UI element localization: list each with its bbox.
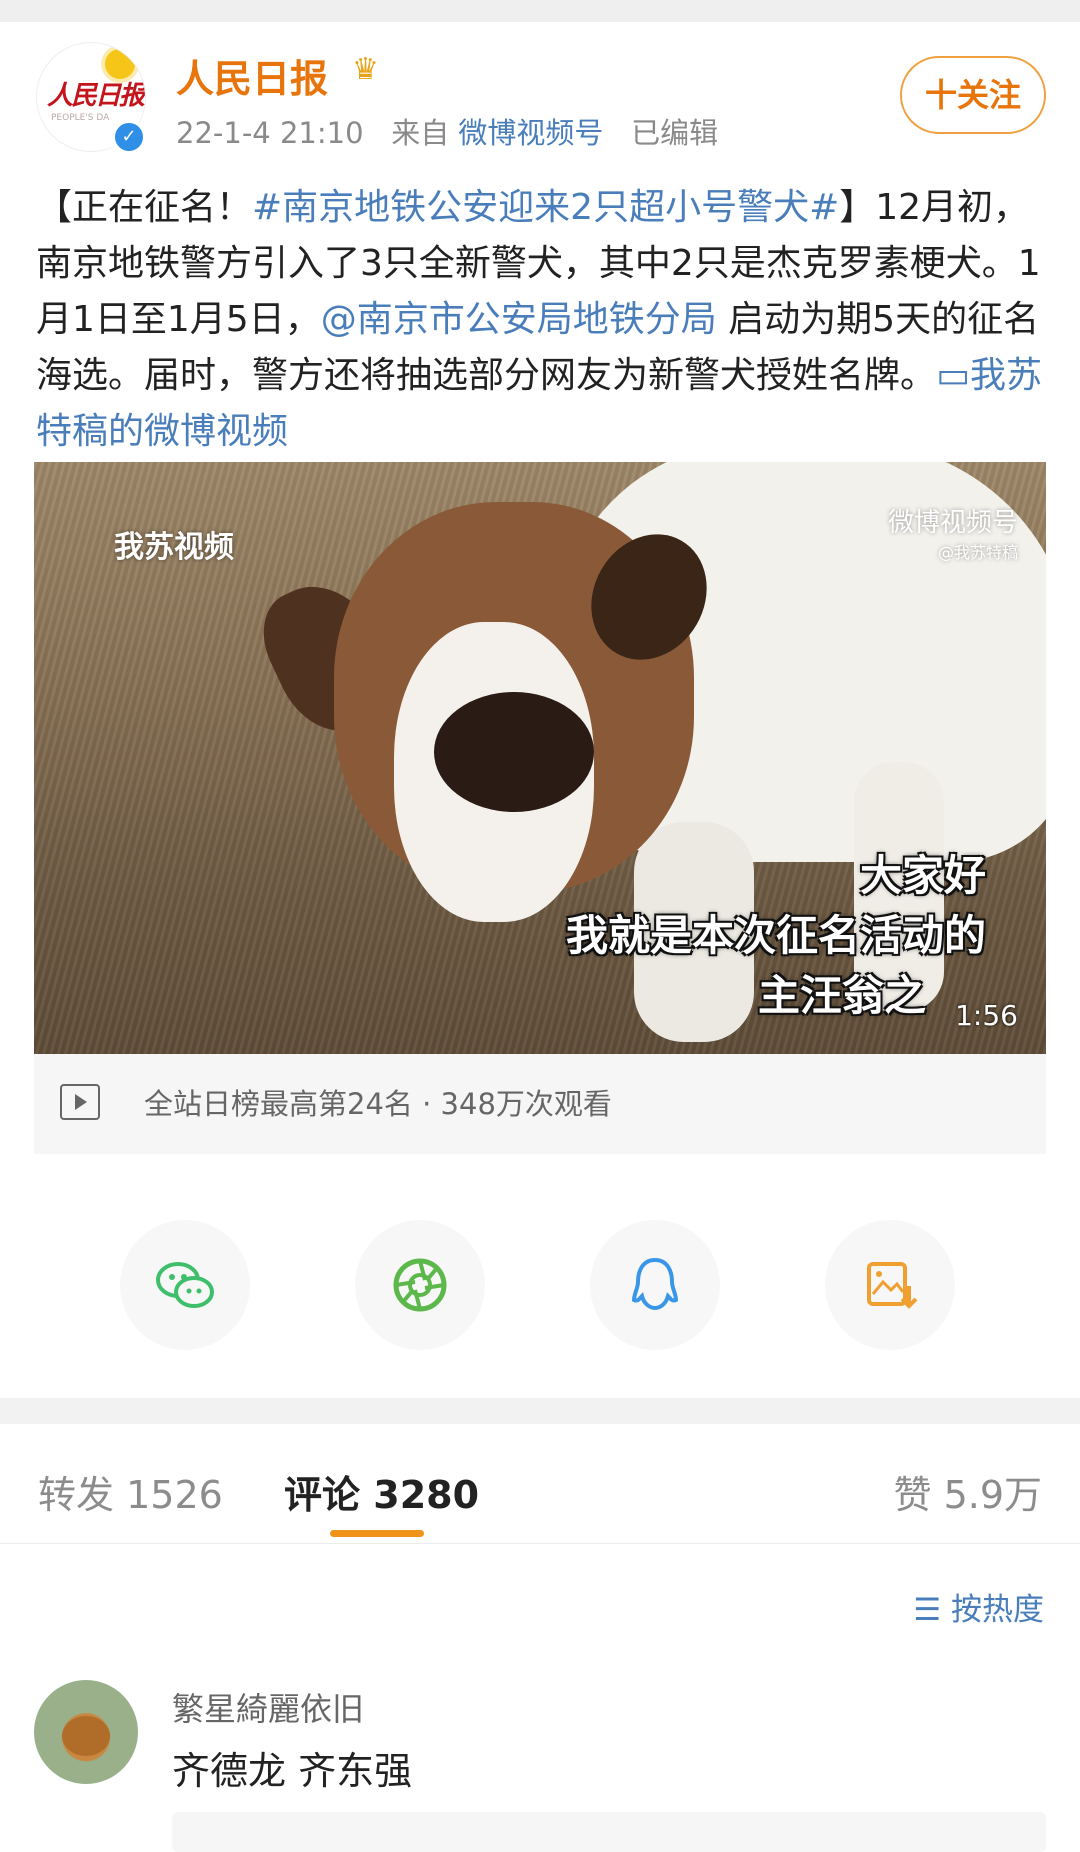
mention-link[interactable]: @南京市公安局地铁分局 bbox=[321, 299, 717, 340]
save-image-icon bbox=[867, 1262, 918, 1309]
moments-icon bbox=[393, 1258, 447, 1312]
hashtag-link[interactable]: #南京地铁公安迎来2只超小号警犬# bbox=[252, 187, 839, 228]
share-wechat-button[interactable] bbox=[120, 1220, 250, 1350]
text-prefix: 【正在征名！ bbox=[36, 187, 253, 228]
post-time: 22-1-4 21:10 bbox=[176, 116, 364, 150]
tab-repost-label: 转发 bbox=[38, 1473, 115, 1517]
weibo-video-watermark: 微博视频号 bbox=[887, 508, 1018, 538]
video-subtitle: 主汪翁之 bbox=[757, 971, 926, 1020]
tab-likes-label: 赞 bbox=[893, 1473, 932, 1517]
sort-button[interactable]: ☰ 按热度 bbox=[913, 1584, 1044, 1629]
share-moments-button[interactable] bbox=[355, 1220, 485, 1350]
video-player[interactable]: 我苏视频 微博视频号 @我苏特稿 大家好 我就是本次征名活动的 主汪翁之 1:5… bbox=[34, 462, 1046, 1054]
post-source[interactable]: 微博视频号 bbox=[458, 116, 603, 150]
post-content: 【正在征名！#南京地铁公安迎来2只超小号警犬#】12月初，南京地铁警方引入了3只… bbox=[36, 180, 1046, 460]
sort-icon: ☰ bbox=[913, 1592, 942, 1628]
video-link-icon: ▭ bbox=[936, 355, 971, 396]
video-stats-text: 全站日榜最高第24名 · 348万次观看 bbox=[144, 1087, 612, 1121]
video-subtitle: 大家好 bbox=[859, 851, 986, 900]
tab-likes-count: 5.9万 bbox=[943, 1473, 1042, 1517]
avatar[interactable] bbox=[34, 1680, 138, 1784]
video-play-icon bbox=[60, 1084, 100, 1120]
comment-text: 齐德龙 齐东强 bbox=[172, 1749, 413, 1793]
video-subtitle: 我就是本次征名活动的 bbox=[565, 911, 986, 960]
tab-comments-label: 评论 bbox=[284, 1473, 361, 1517]
share-row bbox=[0, 1220, 1080, 1350]
follow-button[interactable]: 十关注 bbox=[900, 56, 1046, 134]
comment-username[interactable]: 繁星綺麗依旧 bbox=[172, 1684, 364, 1730]
video-watermark-right: 微博视频号 @我苏特稿 bbox=[888, 502, 1018, 563]
video-stats-bar[interactable]: 全站日榜最高第24名 · 348万次观看 bbox=[34, 1054, 1046, 1154]
from-label: 来自 bbox=[391, 116, 450, 150]
video-duration: 1:56 bbox=[955, 999, 1018, 1032]
watermark-handle: @我苏特稿 bbox=[937, 543, 1018, 562]
verified-badge-icon: ✓ bbox=[112, 120, 146, 154]
wechat-icon bbox=[156, 1262, 214, 1308]
section-divider bbox=[0, 1398, 1080, 1424]
active-tab-indicator bbox=[330, 1530, 424, 1537]
video-watermark-left: 我苏视频 bbox=[114, 530, 234, 565]
interaction-tabs: 转发 1526 评论 3280 赞 5.9万 bbox=[0, 1424, 1080, 1544]
comment-replies-box[interactable] bbox=[172, 1812, 1046, 1852]
tab-comments-count: 3280 bbox=[373, 1473, 480, 1517]
avatar-logo-sub: PEOPLE'S DA bbox=[51, 113, 110, 123]
dog-eye-patch bbox=[434, 692, 594, 812]
save-image-button[interactable] bbox=[825, 1220, 955, 1350]
share-qq-button[interactable] bbox=[590, 1220, 720, 1350]
crown-icon: ♛ bbox=[352, 52, 379, 87]
top-bar bbox=[0, 0, 1080, 22]
tab-repost-count: 1526 bbox=[126, 1473, 223, 1517]
sort-label: 按热度 bbox=[951, 1592, 1044, 1628]
qq-icon bbox=[631, 1257, 679, 1311]
tab-likes[interactable]: 赞 5.9万 bbox=[893, 1464, 1042, 1519]
edited-label: 已编辑 bbox=[631, 116, 719, 150]
tab-repost[interactable]: 转发 1526 bbox=[38, 1464, 223, 1519]
avatar-logo-text: 人民日报 bbox=[47, 81, 145, 111]
tab-comments[interactable]: 评论 3280 bbox=[284, 1464, 479, 1519]
author-name[interactable]: 人民日报 bbox=[176, 48, 328, 103]
post-meta: 22-1-4 21:10 来自 微博视频号 已编辑 bbox=[176, 110, 718, 152]
